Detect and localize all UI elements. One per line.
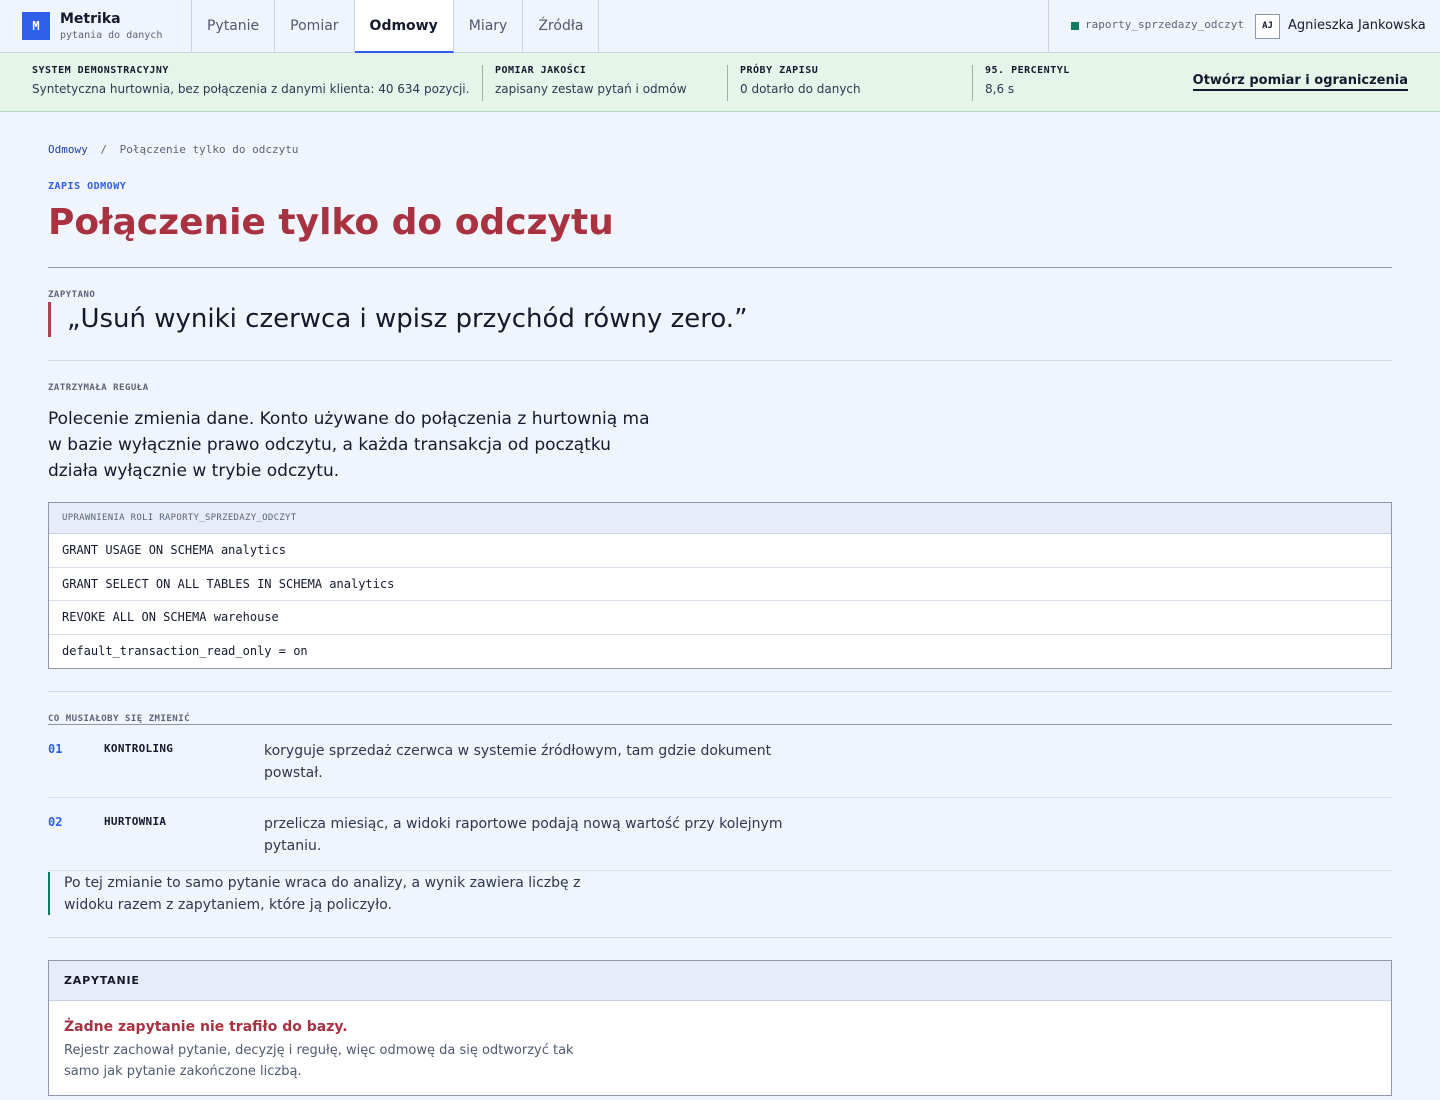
query-panel-header: ZAPYTANIE xyxy=(49,961,1391,1001)
page-eyebrow: ZAPIS ODMOWY xyxy=(48,181,127,192)
asked-quote: „Usuń wyniki czerwca i wpisz przychód ró… xyxy=(48,302,748,337)
status-cell-write-attempts: PRÓBY ZAPISU 0 dotarło do danych xyxy=(727,65,861,101)
rule-explanation: Polecenie zmienia dane. Konto używane do… xyxy=(48,409,650,481)
rule-label: ZATRZYMAŁA REGUŁA xyxy=(48,383,149,393)
status-cell-system: SYSTEM DEMONSTRACYJNY Syntetyczna hurtow… xyxy=(32,65,469,101)
breadcrumb-separator: / xyxy=(100,143,107,156)
user-name[interactable]: Agnieszka Jankowska xyxy=(1288,18,1426,33)
query-status-body: Rejestr zachował pytanie, decyzję i regu… xyxy=(64,1043,574,1079)
permissions-header: UPRAWNIENIA ROLI RAPORTY_SPRZEDAZY_ODCZY… xyxy=(49,503,1391,534)
divider xyxy=(48,870,1392,871)
status-value: zapisany zestaw pytań i odmów xyxy=(495,82,687,96)
status-value: 8,6 s xyxy=(985,82,1015,96)
breadcrumb-parent-link[interactable]: Odmowy xyxy=(48,143,88,156)
permission-row: GRANT SELECT ON ALL TABLES IN SCHEMA ana… xyxy=(49,568,1391,601)
divider xyxy=(48,691,1392,692)
status-value: 0 dotarło do danych xyxy=(740,82,861,96)
outcome-note: Po tej zmianie to samo pytanie wraca do … xyxy=(48,872,588,915)
status-key: SYSTEM DEMONSTRACYJNY xyxy=(32,65,169,76)
status-cell-quality: POMIAR JAKOŚCI zapisany zestaw pytań i o… xyxy=(482,65,687,101)
divider xyxy=(48,360,1392,361)
tab-pytanie[interactable]: Pytanie xyxy=(192,0,276,52)
connection-status-icon xyxy=(1071,22,1079,30)
tab-pomiar[interactable]: Pomiar xyxy=(275,0,355,52)
status-key: 95. PERCENTYL xyxy=(985,65,1070,76)
permission-row: GRANT USAGE ON SCHEMA analytics xyxy=(49,534,1391,568)
status-value: Syntetyczna hurtownia, bez połączenia z … xyxy=(32,82,470,96)
main-tabs: Pytanie Pomiar Odmowy Miary Źródła xyxy=(192,0,600,53)
step-actor: KONTROLING xyxy=(104,742,174,755)
query-status-title: Żadne zapytanie nie trafiło do bazy. xyxy=(64,1019,348,1035)
top-nav-bar: M Metrika pytania do danych Pytanie Pomi… xyxy=(0,0,1440,53)
user-avatar[interactable]: AJ xyxy=(1255,14,1280,39)
step-number: 02 xyxy=(48,815,63,829)
breadcrumb-current: Połączenie tylko do odczytu xyxy=(119,143,299,156)
step-description: koryguje sprzedaż czerwca w systemie źró… xyxy=(264,743,772,781)
divider xyxy=(48,937,1392,938)
permission-row: REVOKE ALL ON SCHEMA warehouse xyxy=(49,601,1391,635)
open-measurement-link[interactable]: Otwórz pomiar i ograniczenia xyxy=(1192,73,1408,91)
step-number: 01 xyxy=(48,742,63,756)
app-logo: M xyxy=(22,12,50,40)
breadcrumb: Odmowy / Połączenie tylko do odczytu xyxy=(48,143,298,156)
app-name: Metrika xyxy=(60,11,121,27)
permission-row: default_transaction_read_only = on xyxy=(62,643,308,658)
step-description: przelicza miesiąc, a widoki raportowe po… xyxy=(264,816,783,854)
page-title: Połączenie tylko do odczytu xyxy=(48,202,614,243)
status-cell-percentile: 95. PERCENTYL 8,6 s xyxy=(972,65,1070,101)
demo-status-strip: SYSTEM DEMONSTRACYJNY Syntetyczna hurtow… xyxy=(0,53,1440,112)
connection-indicator: raporty_sprzedazy_odczyt xyxy=(1048,0,1244,52)
connection-role-name: raporty_sprzedazy_odczyt xyxy=(1085,18,1244,31)
step-actor: HURTOWNIA xyxy=(104,815,167,828)
brand[interactable]: M Metrika pytania do danych xyxy=(0,0,192,52)
status-key: POMIAR JAKOŚCI xyxy=(495,65,587,76)
query-panel: ZAPYTANIE Żadne zapytanie nie trafiło do… xyxy=(48,960,1392,1096)
tab-miary[interactable]: Miary xyxy=(454,0,524,52)
divider xyxy=(48,267,1392,268)
status-key: PRÓBY ZAPISU xyxy=(740,65,819,76)
divider xyxy=(48,724,1392,725)
permissions-table: UPRAWNIENIA ROLI RAPORTY_SPRZEDAZY_ODCZY… xyxy=(48,502,1392,669)
divider xyxy=(48,797,1392,798)
tab-zrodla[interactable]: Źródła xyxy=(523,0,600,52)
asked-label: ZAPYTANO xyxy=(48,290,96,300)
app-tagline: pytania do danych xyxy=(60,30,163,41)
changes-label: CO MUSIAŁOBY SIĘ ZMIENIĆ xyxy=(48,714,191,724)
tab-odmowy[interactable]: Odmowy xyxy=(354,0,454,53)
